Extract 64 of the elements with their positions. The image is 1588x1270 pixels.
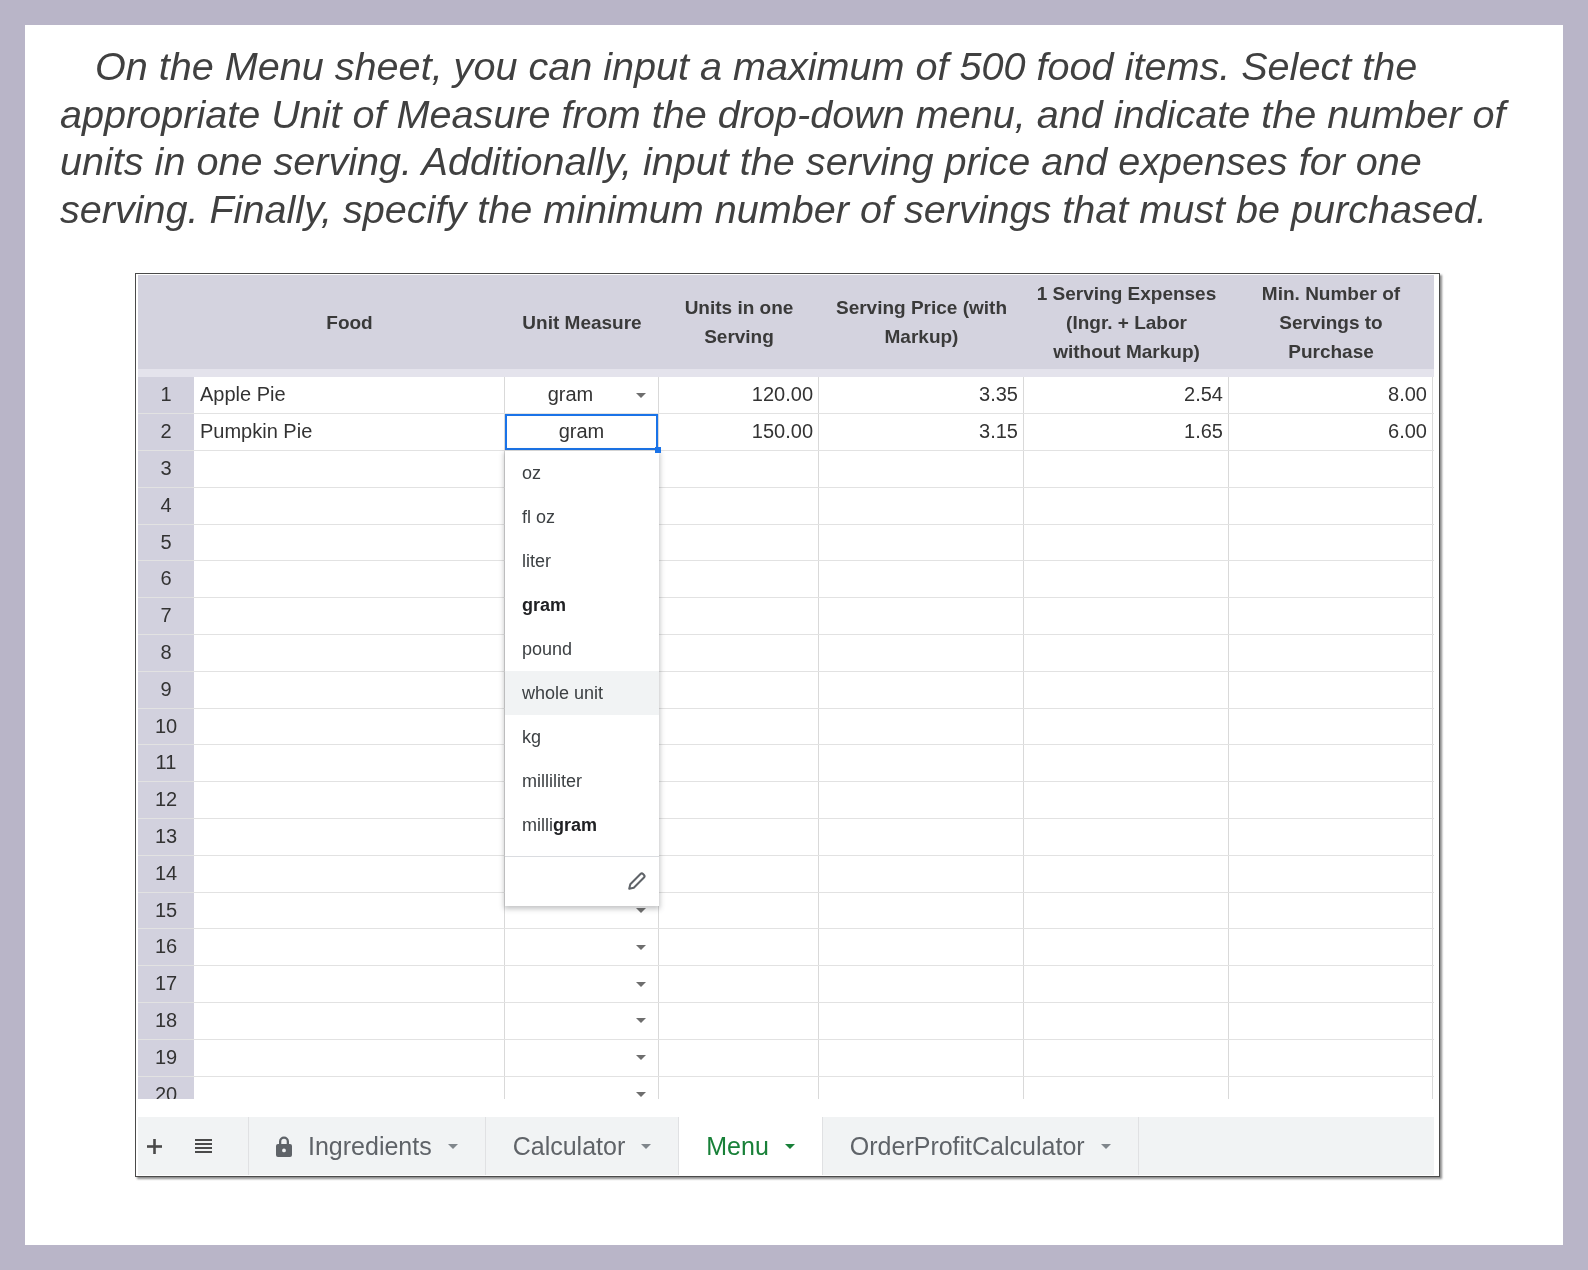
row-number: 16 (138, 929, 194, 966)
sheet-tab[interactable]: OrderProfitCalculator (821, 1117, 1139, 1176)
caret-icon[interactable] (636, 1055, 646, 1061)
menu-item[interactable]: liter (505, 538, 659, 583)
menu-item[interactable]: fl oz (505, 494, 659, 539)
caret-icon[interactable] (636, 944, 646, 950)
menu-item[interactable]: pound (505, 626, 659, 671)
row-number: 2 (138, 414, 194, 450)
row-number: 17 (138, 966, 194, 1002)
table-cell: 2.54 (1024, 377, 1229, 414)
table-cell: 3.35 (819, 377, 1024, 414)
row-number: 9 (138, 671, 194, 708)
row-number: 10 (138, 708, 194, 745)
row-number: 14 (138, 855, 194, 892)
menu-item[interactable]: milligram (505, 802, 659, 847)
caret-icon[interactable] (1100, 1143, 1111, 1149)
list-icon[interactable] (195, 1139, 212, 1154)
row-number: 11 (138, 745, 194, 782)
table-cell: 150.00 (659, 414, 819, 450)
table-cell: Pumpkin Pie (194, 414, 505, 450)
row-number: 19 (138, 1039, 194, 1076)
column-header: 1 Serving Expenses (Ingr. + Labor without Markup) (1035, 281, 1218, 364)
row-number: 8 (138, 634, 194, 671)
row-number: 7 (138, 598, 194, 634)
row-number: 18 (138, 1002, 194, 1039)
table-cell: 1.65 (1024, 414, 1229, 450)
menu-item[interactable]: kg (505, 714, 659, 759)
row-number: 5 (138, 524, 194, 561)
table-cell: Apple Pie (194, 377, 505, 414)
dropdown-cell[interactable]: gram (505, 377, 659, 414)
menu-item[interactable]: oz (505, 450, 659, 495)
pencil-icon[interactable] (626, 870, 648, 893)
row-number: 13 (138, 818, 194, 855)
table-cell: 3.15 (819, 414, 1024, 450)
row-number: 1 (138, 377, 194, 414)
column-header: Unit Measure (521, 310, 643, 335)
caret-icon[interactable] (641, 1143, 652, 1149)
row-number: 3 (138, 450, 194, 487)
caret-icon[interactable] (636, 392, 646, 398)
column-header: Serving Price (with Markup) (834, 296, 1008, 350)
caret-icon[interactable] (636, 1091, 646, 1097)
sheet-tab[interactable]: Menu (678, 1117, 822, 1176)
plus-icon[interactable] (147, 1138, 162, 1154)
row-number: 4 (138, 487, 194, 524)
caret-icon[interactable] (636, 1018, 646, 1024)
sheet-tab[interactable]: Ingredients (248, 1117, 485, 1176)
row-number: 15 (138, 892, 194, 929)
table-cell: 120.00 (659, 377, 819, 414)
dropdown-cell[interactable]: gram (505, 414, 659, 450)
row-number: 6 (138, 561, 194, 598)
row-number: 12 (138, 782, 194, 818)
caret-icon[interactable] (784, 1143, 795, 1149)
instruction-paragraph: On the Menu sheet, you can input a maximum of 500 food items. Select the appropriate Unit of Measure from the drop-down menu, and indicate the number of units in one serving. Additionally, input the serving price and expenses for one serving. Finally, specify the minimum number of servings that must be purchased. (60, 43, 1550, 234)
column-header: Food (325, 310, 374, 335)
caret-icon[interactable] (636, 981, 646, 987)
menu-item[interactable]: whole unit (505, 670, 659, 715)
column-header: Units in one Serving (683, 296, 795, 350)
column-header: Min. Number of Servings to Purchase (1260, 281, 1402, 364)
caret-icon[interactable] (447, 1143, 458, 1149)
menu-item[interactable]: milliliter (505, 758, 659, 803)
menu-item[interactable]: gram (505, 582, 659, 627)
table-cell: 8.00 (1229, 377, 1433, 414)
table-cell: 6.00 (1229, 414, 1433, 450)
handle-icon[interactable] (655, 446, 661, 453)
